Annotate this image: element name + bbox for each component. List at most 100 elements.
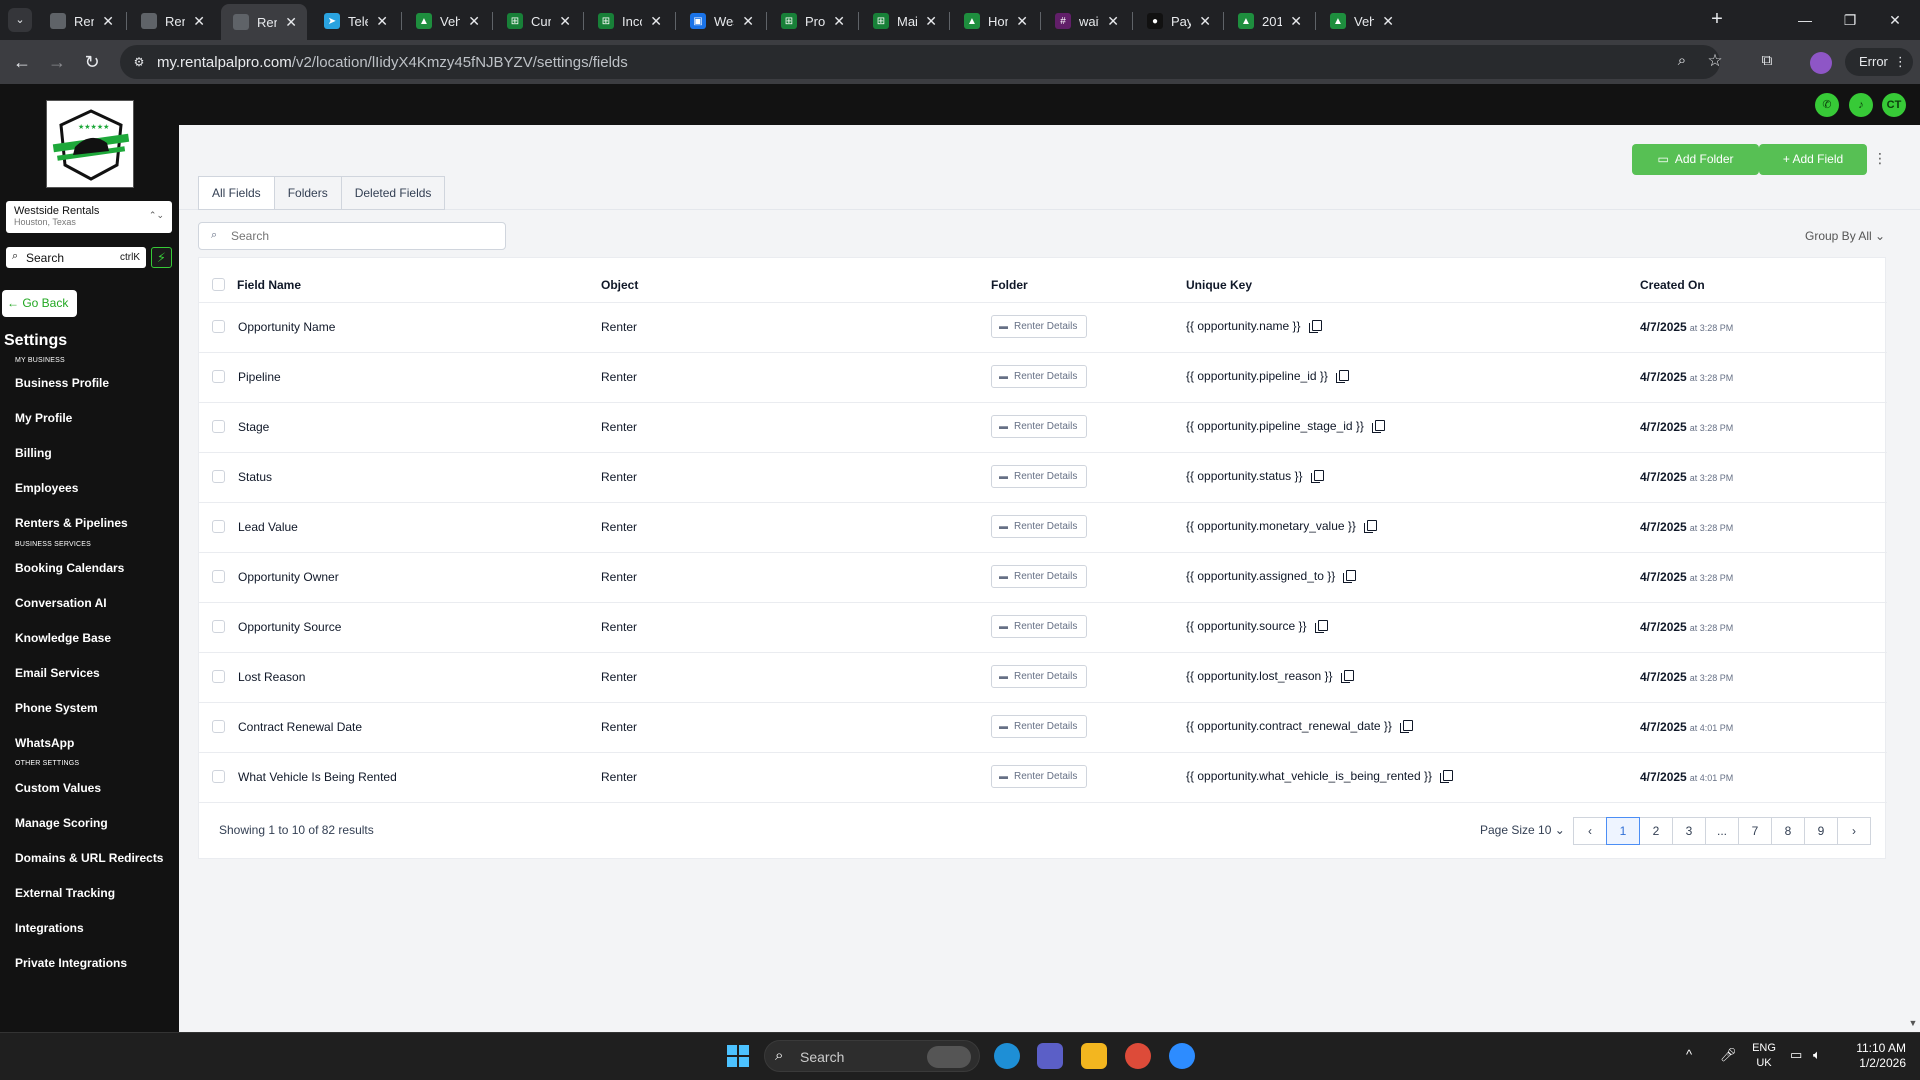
- address-bar[interactable]: ⚙ my.rentalpalpro.com/v2/location/lIidyX…: [120, 45, 1723, 79]
- tab-close-icon[interactable]: ✕: [1290, 13, 1302, 30]
- sidebar-item-business-profile[interactable]: Business Profile: [15, 376, 109, 390]
- field-name[interactable]: Status: [238, 470, 272, 484]
- next-page-chevron-icon[interactable]: ›: [1837, 817, 1871, 845]
- copy-icon[interactable]: [1314, 620, 1328, 633]
- tab-close-icon[interactable]: ✕: [559, 13, 571, 30]
- row-checkbox[interactable]: [212, 520, 225, 533]
- folder-badge[interactable]: ▬ Renter Details: [991, 365, 1087, 388]
- tab-close-icon[interactable]: ✕: [468, 13, 480, 30]
- chrome-icon[interactable]: [1125, 1043, 1151, 1069]
- tab-close-icon[interactable]: ✕: [285, 14, 297, 31]
- sidebar-item-phone-system[interactable]: Phone System: [15, 701, 98, 715]
- folder-badge[interactable]: ▬ Renter Details: [991, 665, 1087, 688]
- new-tab-plus-icon[interactable]: +: [1705, 8, 1729, 32]
- browser-tab[interactable]: ▲ Vehicle ✕: [404, 6, 490, 36]
- location-switcher[interactable]: Westside Rentals Houston, Texas ⌃⌄: [6, 201, 172, 233]
- browser-tab[interactable]: ⊞ Income ✕: [586, 6, 672, 36]
- page-button[interactable]: 2: [1639, 817, 1673, 845]
- tab-close-icon[interactable]: ✕: [376, 13, 388, 30]
- folder-badge[interactable]: ▬ Renter Details: [991, 765, 1087, 788]
- browser-tab[interactable]: ▲ Home - ✕: [952, 6, 1038, 36]
- tab-all-fields[interactable]: All Fields: [198, 176, 275, 210]
- column-header-folder[interactable]: Folder: [991, 278, 1028, 292]
- zoom-app-icon[interactable]: [1169, 1043, 1195, 1069]
- field-name[interactable]: Opportunity Owner: [238, 570, 339, 584]
- sidebar-item-employees[interactable]: Employees: [15, 481, 78, 495]
- tab-close-icon[interactable]: ✕: [650, 13, 662, 30]
- tab-close-icon[interactable]: ✕: [193, 13, 205, 30]
- bookmark-star-icon[interactable]: ☆: [1705, 51, 1725, 71]
- tab-close-icon[interactable]: ✕: [833, 13, 845, 30]
- tab-close-icon[interactable]: ✕: [925, 13, 937, 30]
- tab-close-icon[interactable]: ✕: [1382, 13, 1394, 30]
- browser-tab[interactable]: RentalP ✕: [221, 4, 307, 40]
- sidebar-item-renters-pipelines[interactable]: Renters & Pipelines: [15, 516, 128, 530]
- go-back-button[interactable]: ← Go Back: [2, 290, 77, 317]
- page-button[interactable]: 8: [1771, 817, 1805, 845]
- tray-chevron-up-icon[interactable]: ^: [1686, 1047, 1692, 1062]
- scroll-down-arrow-icon[interactable]: ▼: [1906, 1018, 1920, 1032]
- extensions-icon[interactable]: ⧉: [1757, 52, 1777, 72]
- tab-folders[interactable]: Folders: [273, 176, 342, 210]
- tab-close-icon[interactable]: ✕: [1016, 13, 1028, 30]
- folder-badge[interactable]: ▬ Renter Details: [991, 715, 1087, 738]
- sidebar-item-knowledge-base[interactable]: Knowledge Base: [15, 631, 111, 645]
- folder-badge[interactable]: ▬ Renter Details: [991, 615, 1087, 638]
- browser-tab[interactable]: RentalP ✕: [129, 6, 215, 36]
- field-name[interactable]: What Vehicle Is Being Rented: [238, 770, 397, 784]
- file-explorer-icon[interactable]: [1081, 1043, 1107, 1069]
- column-header-object[interactable]: Object: [601, 278, 638, 292]
- language-indicator[interactable]: ENG UK: [1750, 1041, 1778, 1071]
- copy-icon[interactable]: [1363, 520, 1377, 533]
- copy-icon[interactable]: [1308, 320, 1322, 333]
- row-checkbox[interactable]: [212, 370, 225, 383]
- copy-icon[interactable]: [1371, 420, 1385, 433]
- profile-error-button[interactable]: Error ⋮: [1845, 48, 1913, 76]
- copy-icon[interactable]: [1439, 770, 1453, 783]
- tab-deleted-fields[interactable]: Deleted Fields: [340, 176, 446, 210]
- copy-icon[interactable]: [1310, 470, 1324, 483]
- page-button[interactable]: 3: [1672, 817, 1706, 845]
- folder-badge[interactable]: ▬ Renter Details: [991, 565, 1087, 588]
- row-checkbox[interactable]: [212, 670, 225, 683]
- user-avatar[interactable]: CT: [1882, 93, 1906, 117]
- search-input[interactable]: [231, 228, 491, 244]
- field-name[interactable]: Contract Renewal Date: [238, 720, 362, 734]
- field-name[interactable]: Opportunity Source: [238, 620, 341, 634]
- field-name[interactable]: Stage: [238, 420, 269, 434]
- page-button[interactable]: 9: [1804, 817, 1838, 845]
- company-logo[interactable]: ★★★★★: [46, 100, 134, 188]
- page-size-select[interactable]: Page Size 10 ⌄: [1480, 823, 1565, 837]
- microphone-icon[interactable]: 🎤︎: [1720, 1047, 1737, 1063]
- column-header-unique-key[interactable]: Unique Key: [1186, 278, 1252, 292]
- browser-tab[interactable]: ▣ Westsic ✕: [678, 6, 764, 36]
- url-text[interactable]: my.rentalpalpro.com/v2/location/lIidyX4K…: [157, 54, 628, 71]
- profile-avatar-icon[interactable]: [1810, 52, 1832, 74]
- row-checkbox[interactable]: [212, 470, 225, 483]
- edge-icon[interactable]: [994, 1043, 1020, 1069]
- tab-close-icon[interactable]: ✕: [1107, 13, 1119, 30]
- sidebar-item-integrations[interactable]: Integrations: [15, 921, 84, 935]
- forward-arrow-icon[interactable]: →: [45, 50, 69, 74]
- row-checkbox[interactable]: [212, 320, 225, 333]
- browser-tab[interactable]: # waiting ✕: [1043, 6, 1129, 36]
- folder-badge[interactable]: ▬ Renter Details: [991, 515, 1087, 538]
- copy-icon[interactable]: [1335, 370, 1349, 383]
- prev-page-chevron-icon[interactable]: ‹: [1573, 817, 1607, 845]
- sidebar-item-external-tracking[interactable]: External Tracking: [15, 886, 115, 900]
- browser-tab[interactable]: ⊞ Current ✕: [495, 6, 581, 36]
- copy-icon[interactable]: [1340, 670, 1354, 683]
- phone-icon[interactable]: ✆: [1815, 93, 1839, 117]
- close-window-icon[interactable]: ✕: [1875, 8, 1915, 32]
- tab-close-icon[interactable]: ✕: [102, 13, 114, 30]
- taskbar-clock[interactable]: 11:10 AM 1/2/2026: [1836, 1041, 1906, 1071]
- folder-badge[interactable]: ▬ Renter Details: [991, 315, 1087, 338]
- site-info-icon[interactable]: ⚙: [130, 53, 148, 71]
- reload-icon[interactable]: ↻: [80, 50, 104, 74]
- browser-tab[interactable]: ▲ 2012 H ✕: [1226, 6, 1312, 36]
- group-by-dropdown[interactable]: Group By All ⌄: [1805, 229, 1885, 243]
- network-icon[interactable]: ▭: [1790, 1047, 1802, 1063]
- copy-icon[interactable]: [1343, 570, 1357, 583]
- folder-badge[interactable]: ▬ Renter Details: [991, 465, 1087, 488]
- more-options-kebab-icon[interactable]: ⋮: [1873, 150, 1887, 170]
